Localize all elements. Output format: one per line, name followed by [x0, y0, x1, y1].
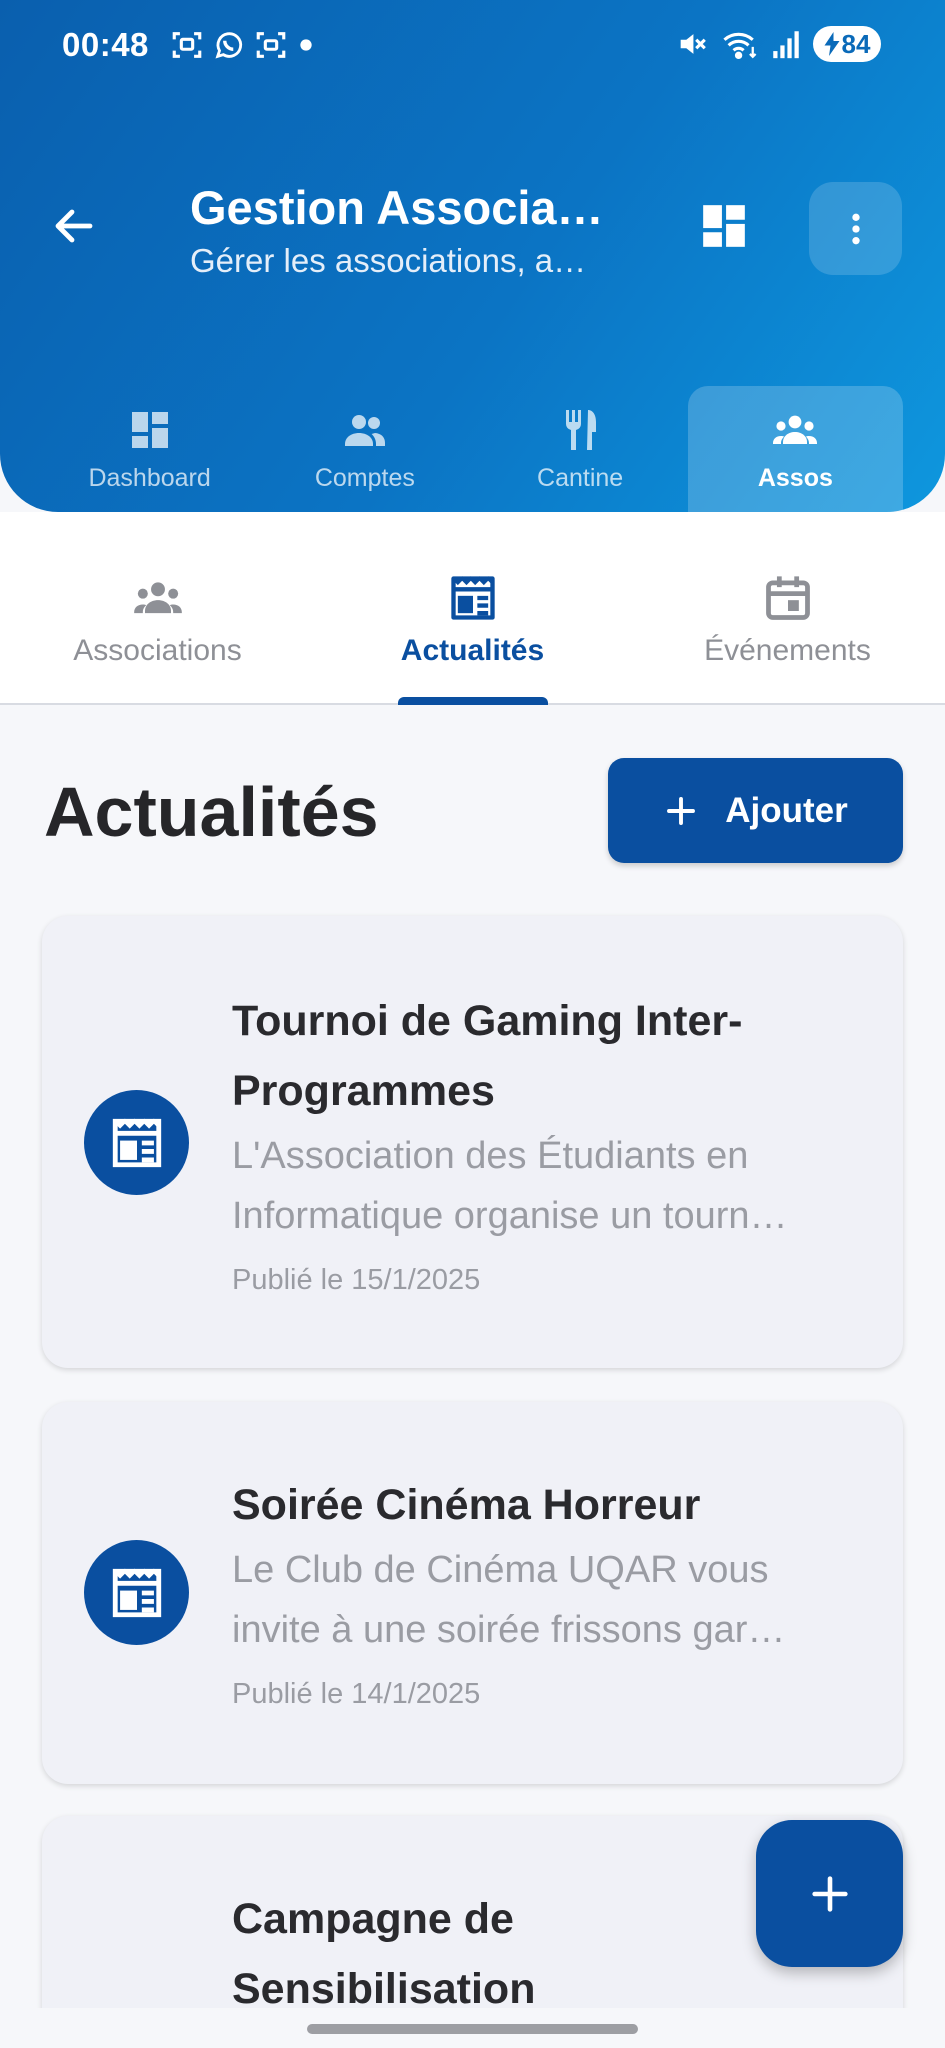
restaurant-icon — [566, 409, 597, 450]
nav-tab-label: Cantine — [537, 463, 624, 492]
tab-associations[interactable]: Associations — [0, 512, 315, 703]
nav-tab-comptes[interactable]: Comptes — [257, 386, 472, 512]
battery-icon: 84 — [813, 26, 881, 62]
tab-label: Événements — [704, 633, 871, 667]
add-news-button[interactable]: Ajouter — [608, 758, 903, 863]
status-left-icons — [170, 28, 316, 62]
tab-label: Associations — [73, 633, 242, 667]
news-description-line: Le Club de Cinéma UQAR vous — [232, 1549, 769, 1591]
floating-add-button[interactable] — [756, 1820, 903, 1967]
nav-tab-label: Dashboard — [88, 463, 211, 492]
news-title-line: Tournoi de Gaming Inter- — [232, 997, 743, 1045]
battery-level: 84 — [841, 28, 871, 59]
page-title: Gestion Associa… — [190, 181, 604, 234]
nav-tab-label: Comptes — [314, 463, 415, 492]
news-card[interactable]: Tournoi de Gaming Inter- Programmes L'As… — [42, 916, 903, 1368]
news-avatar — [84, 1090, 189, 1195]
groups-icon — [133, 581, 182, 613]
scan-icon — [256, 32, 286, 58]
add-button-label: Ajouter — [725, 790, 848, 830]
signal-icon — [773, 31, 799, 59]
page-subtitle: Gérer les associations, a… — [190, 242, 587, 279]
news-date: Publié le 15/1/2025 — [232, 1264, 481, 1296]
people-icon — [344, 414, 385, 446]
dashboard-icon — [131, 411, 168, 448]
dashboard-grid-icon — [703, 205, 745, 247]
dashboard-view-button[interactable] — [694, 196, 754, 256]
dot-icon — [300, 39, 312, 51]
tab-actualites[interactable]: Actualités — [315, 512, 630, 705]
nav-tab-cantine[interactable]: Cantine — [473, 386, 688, 512]
groups-icon — [773, 415, 818, 444]
arrow-back-icon — [55, 209, 93, 243]
newspaper-icon — [112, 1118, 161, 1167]
news-title: Tournoi de Gaming Inter- Programmes — [232, 986, 863, 1126]
status-right-icons: 84 — [675, 26, 881, 62]
plus-icon — [667, 796, 696, 825]
news-title: Soirée Cinéma Horreur — [232, 1470, 863, 1540]
nav-tab-label: Assos — [757, 463, 833, 492]
newspaper-icon — [112, 1568, 161, 1617]
screenshot-icon — [172, 32, 202, 58]
active-tab-indicator — [397, 697, 548, 705]
newspaper-icon — [450, 575, 495, 620]
tab-label: Actualités — [400, 633, 545, 667]
news-card-body: Tournoi de Gaming Inter- Programmes L'As… — [232, 986, 863, 1297]
whatsapp-icon — [215, 32, 243, 59]
wifi-icon — [723, 32, 757, 60]
news-description: L'Association des Étudiants en Informati… — [232, 1126, 863, 1246]
app-header: 00:48 84 Gestion Associa… Gérer les asso… — [0, 0, 945, 512]
news-card-body: Soirée Cinéma Horreur Le Club de Cinéma … — [232, 1470, 863, 1711]
tab-evenements[interactable]: Événements — [630, 512, 945, 703]
news-date: Publié le 14/1/2025 — [232, 1678, 481, 1710]
nav-tab-assos[interactable]: Assos — [687, 386, 903, 512]
status-bar: 00:48 84 — [0, 0, 945, 92]
news-title-line: Soirée Cinéma Horreur — [232, 1481, 701, 1529]
status-time: 00:48 — [62, 26, 149, 63]
more-options-button[interactable] — [809, 182, 902, 275]
news-description-line: L'Association des Étudiants en — [232, 1135, 749, 1177]
back-button[interactable] — [44, 196, 104, 256]
news-description-line: invite à une soirée frissons gar… — [232, 1609, 786, 1651]
news-avatar — [84, 1540, 189, 1645]
section-tabs: Associations Actualités Événements — [0, 512, 945, 705]
section-title: Actualités — [44, 773, 379, 851]
news-description-line: Informatique organise un tourn… — [232, 1195, 788, 1237]
home-indicator[interactable] — [307, 2024, 638, 2034]
nav-tab-dashboard[interactable]: Dashboard — [42, 386, 257, 512]
news-description: Le Club de Cinéma UQAR vous invite à une… — [232, 1540, 863, 1660]
more-vertical-icon — [851, 213, 860, 244]
mute-icon — [680, 34, 706, 54]
news-title-line: Programmes — [232, 1067, 495, 1115]
plus-icon — [811, 1875, 848, 1912]
news-card[interactable]: Soirée Cinéma Horreur Le Club de Cinéma … — [42, 1402, 903, 1784]
main-nav-tabs: Dashboard Comptes Cantine Assos — [42, 386, 903, 512]
calendar-icon — [765, 575, 810, 620]
